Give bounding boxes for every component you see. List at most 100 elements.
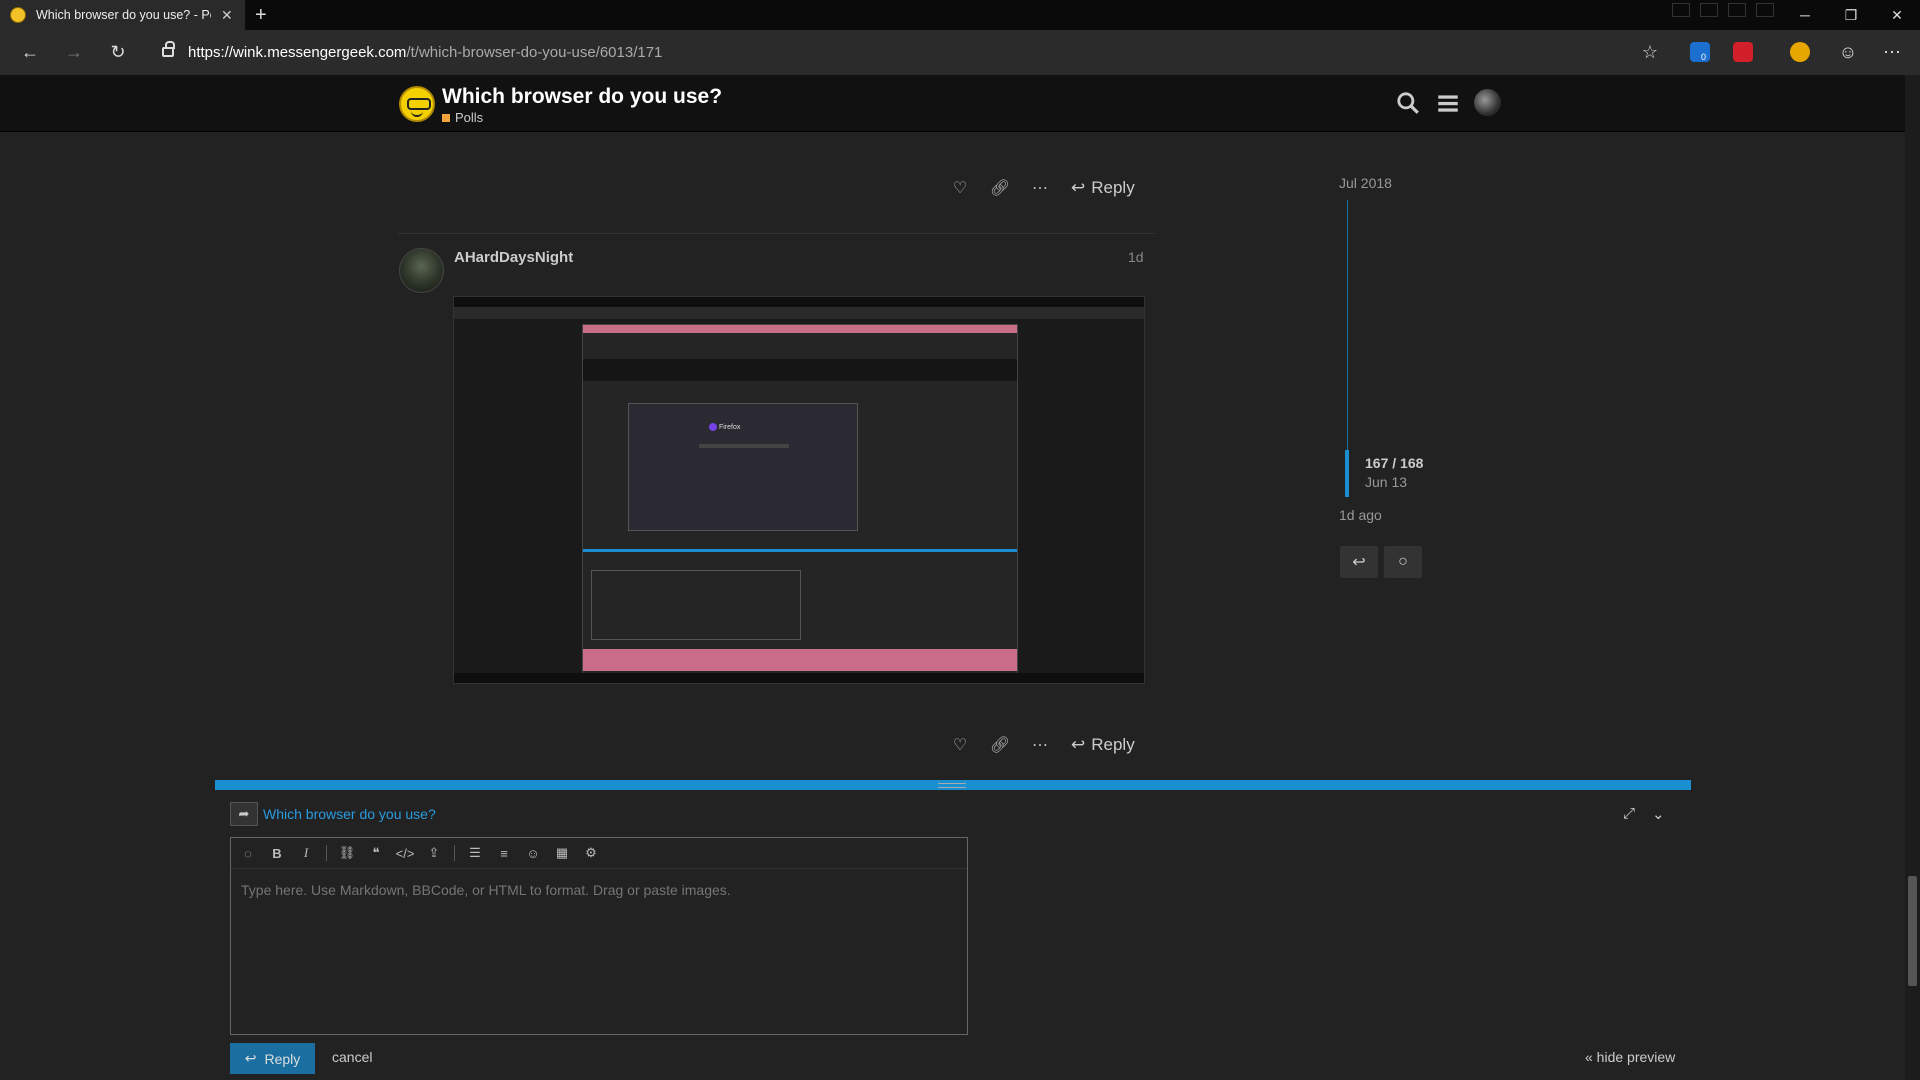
category-label: Polls — [455, 110, 484, 125]
topic-title[interactable]: Which browser do you use? — [442, 85, 722, 109]
bullet-list-icon[interactable]: ☰ — [466, 844, 484, 862]
site-favicon-icon — [10, 7, 26, 23]
url-host: https://wink.messengergeek.com — [188, 43, 407, 61]
chevron-down-icon[interactable]: ⌄ — [1652, 805, 1665, 823]
timeline-notification-button[interactable]: ○ — [1384, 546, 1422, 578]
tab-list-icon[interactable] — [1728, 3, 1746, 17]
tab-actions-icon[interactable] — [1672, 3, 1690, 17]
back-button[interactable]: ← — [18, 40, 42, 64]
url-field[interactable]: https://wink.messengergeek.com/t/which-b… — [150, 37, 1645, 67]
circle-icon: ○ — [1398, 553, 1408, 570]
avatar[interactable] — [399, 248, 444, 293]
collections-icon[interactable] — [1756, 3, 1774, 17]
share-link-icon[interactable]: 🔗︎ — [990, 179, 1010, 197]
gear-icon[interactable]: ⚙ — [582, 844, 600, 862]
italic-icon[interactable]: I — [297, 844, 315, 862]
post-reply-button[interactable]: ↩ Reply — [1071, 735, 1135, 755]
screenshot-inner-window: Firefox — [582, 324, 1018, 674]
screenshot-titlebar — [454, 297, 1144, 307]
post-username[interactable]: AHardDaysNight — [454, 249, 573, 266]
more-actions-icon[interactable]: ⋯ — [1031, 736, 1049, 754]
refresh-button[interactable]: ↻ — [106, 40, 130, 64]
post-date[interactable]: 1d — [1128, 249, 1144, 265]
timeline-last-activity[interactable]: 1d ago — [1339, 507, 1382, 523]
composer-cancel-link[interactable]: cancel — [332, 1049, 372, 1065]
reply-arrow-icon: ↩ — [1352, 554, 1366, 571]
firefox-logo-icon — [709, 423, 717, 431]
calendar-icon[interactable]: ▦ — [553, 844, 571, 862]
address-bar: ← → ↻ https://wink.messengergeek.com/t/w… — [0, 30, 1920, 75]
restore-button[interactable]: ❐ — [1828, 0, 1874, 30]
post-divider — [398, 233, 1155, 234]
screenshot-inner-header — [583, 359, 1017, 381]
share-link-icon[interactable]: 🔗︎ — [990, 736, 1010, 754]
like-heart-icon[interactable]: ♡ — [951, 736, 969, 754]
toolbar-separator — [454, 845, 455, 861]
site-header: Which browser do you use? Polls — [0, 75, 1905, 132]
emoji-icon[interactable]: ☺ — [524, 844, 542, 862]
composer-textarea[interactable] — [231, 870, 967, 1034]
extension-shield-icon[interactable]: 0 — [1690, 42, 1710, 62]
composer-reply-button[interactable]: ↩ Reply — [230, 1043, 315, 1074]
screenshot-taskbar — [454, 673, 1144, 683]
reply-share-icon[interactable]: ➦ — [230, 802, 258, 826]
timeline-reply-button[interactable]: ↩ — [1340, 546, 1378, 578]
firefox-search-bar — [699, 444, 789, 448]
timeline-post-count: 167 / 168 — [1365, 455, 1424, 471]
pin-icon[interactable] — [1700, 3, 1718, 17]
bold-icon[interactable]: B — [268, 844, 286, 862]
new-tab-button[interactable]: + — [255, 5, 267, 25]
post-actions-top: ♡ 🔗︎ ⋯ ↩ Reply — [951, 178, 1135, 198]
category-badge[interactable]: Polls — [442, 110, 483, 125]
timeline-handle[interactable] — [1345, 450, 1349, 497]
reply-arrow-icon: ↩ — [1071, 735, 1086, 754]
timeline-start-date[interactable]: Jul 2018 — [1339, 175, 1392, 191]
reply-label: Reply — [1091, 178, 1135, 197]
tab-title: Which browser do you use? - Polls — [36, 8, 211, 22]
current-user-avatar[interactable] — [1474, 89, 1501, 116]
tab-close-icon[interactable]: ✕ — [221, 7, 233, 24]
hamburger-menu-icon[interactable] — [1435, 90, 1461, 116]
profile-icon[interactable] — [1790, 42, 1810, 62]
browser-tab[interactable]: Which browser do you use? - Polls ✕ — [0, 0, 245, 30]
screenshot-composer-grip — [583, 549, 1017, 552]
numbered-list-icon[interactable]: ≡ — [495, 844, 513, 862]
scrollbar-thumb[interactable] — [1908, 876, 1917, 986]
extension-badge: 0 — [1701, 52, 1707, 62]
search-icon[interactable] — [1395, 90, 1421, 116]
link-icon[interactable]: ⛓ — [338, 844, 356, 862]
site-logo[interactable] — [399, 86, 435, 122]
post-actions-bottom: ♡ 🔗︎ ⋯ ↩ Reply — [951, 735, 1135, 755]
favorite-star-icon[interactable]: ☆ — [1638, 40, 1662, 64]
reply-to-topic-link[interactable]: Which browser do you use? — [263, 806, 436, 822]
forward-button[interactable]: → — [62, 40, 86, 64]
screenshot-addressbar — [454, 307, 1144, 319]
extension-red-icon[interactable] — [1733, 42, 1753, 62]
timeline-current-date: Jun 13 — [1365, 474, 1408, 490]
feedback-smiley-icon[interactable]: ☺ — [1836, 40, 1860, 64]
like-heart-icon[interactable]: ♡ — [951, 179, 969, 197]
post-screenshot-image[interactable]: Firefox — [453, 296, 1145, 684]
more-actions-icon[interactable]: ⋯ — [1031, 179, 1049, 197]
settings-menu-icon[interactable]: ⋯ — [1880, 40, 1904, 64]
composer-grip[interactable] — [215, 780, 1691, 790]
lock-icon[interactable] — [162, 41, 175, 57]
reply-composer: ➦ Which browser do you use? ⤢ ⌄ ◌ B I ⛓ … — [215, 780, 1691, 1080]
page-scrollbar[interactable] — [1905, 75, 1920, 1080]
code-icon[interactable]: </> — [396, 844, 415, 862]
category-color-swatch — [442, 113, 450, 122]
post-reply-button[interactable]: ↩ Reply — [1071, 178, 1135, 198]
expand-icon[interactable]: ⤢ — [1623, 805, 1635, 822]
hide-preview-link[interactable]: « hide preview — [1585, 1049, 1675, 1065]
firefox-label: Firefox — [719, 424, 741, 431]
reply-arrow-icon: ↩ — [1071, 178, 1086, 197]
upload-icon[interactable]: ⇪ — [425, 844, 443, 862]
screenshot-editor — [591, 570, 801, 640]
quote-bubble-icon[interactable]: ◌ — [239, 844, 257, 862]
close-window-button[interactable]: ✕ — [1874, 0, 1920, 30]
minimize-button[interactable]: ─ — [1782, 0, 1828, 30]
blockquote-icon[interactable]: ❝ — [367, 844, 385, 862]
tab-strip: Which browser do you use? - Polls ✕ + ─ … — [0, 0, 1920, 30]
url-path: /t/which-browser-do-you-use/6013/171 — [406, 43, 663, 61]
timeline-track[interactable] — [1347, 200, 1348, 450]
